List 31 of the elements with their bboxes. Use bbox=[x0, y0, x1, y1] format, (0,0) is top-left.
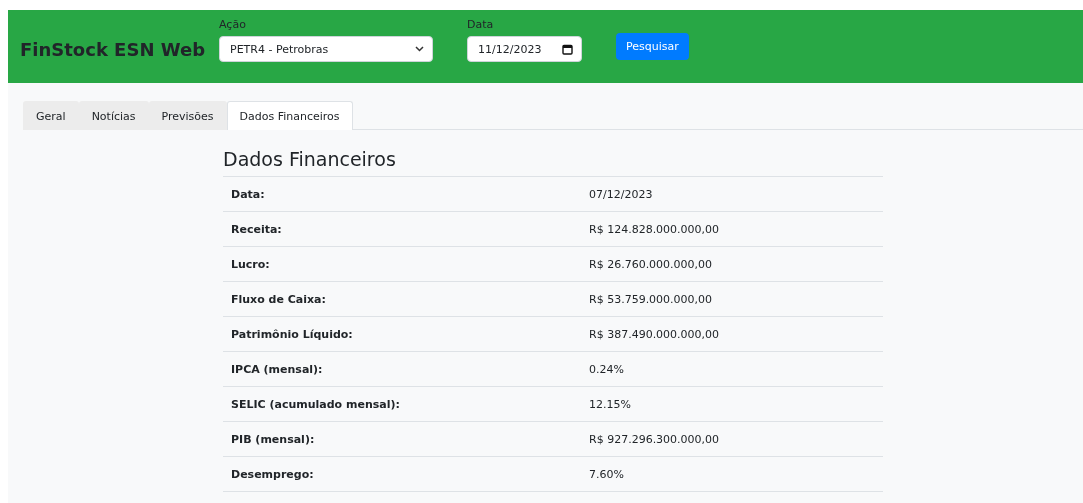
row-label: SELIC (acumulado mensal): bbox=[230, 397, 401, 411]
row-label: Fluxo de Caixa: bbox=[230, 292, 327, 306]
row-value: R$ 26.760.000.000,00 bbox=[589, 257, 714, 271]
row-value: R$ 387.490.000.000,00 bbox=[589, 327, 721, 341]
search-button[interactable]: Pesquisar bbox=[616, 33, 689, 60]
brand-title: FinStock ESN Web bbox=[20, 39, 206, 60]
row-label: Data: bbox=[230, 187, 266, 201]
row-value: 7.60% bbox=[589, 467, 625, 481]
row-label: Receita: bbox=[230, 222, 283, 236]
row-value: R$ 53.759.000.000,00 bbox=[589, 292, 714, 306]
tab[interactable]: Previsões bbox=[148, 101, 227, 130]
tab[interactable]: Notícias bbox=[78, 101, 149, 130]
row-label: IPCA (mensal): bbox=[230, 362, 324, 376]
section-title: Dados Financeiros bbox=[223, 148, 397, 170]
row-value: 12.15% bbox=[589, 397, 632, 411]
calendar-icon bbox=[562, 43, 574, 55]
stock-select[interactable]: PETR4 - Petrobras bbox=[219, 36, 434, 62]
row-label: Patrimônio Líquido: bbox=[230, 327, 354, 341]
chevron-down-icon bbox=[415, 46, 425, 52]
field-label: Data bbox=[467, 18, 495, 31]
row-value: 07/12/2023 bbox=[589, 187, 654, 201]
tab[interactable]: Dados Financeiros bbox=[226, 101, 353, 130]
field-label: Ação bbox=[219, 18, 247, 31]
row-label: PIB (mensal): bbox=[230, 432, 316, 446]
row-value: R$ 124.828.000.000,00 bbox=[589, 222, 721, 236]
tab[interactable]: Geral bbox=[23, 101, 79, 130]
row-label: Desemprego: bbox=[230, 467, 315, 481]
row-value: 0.24% bbox=[589, 362, 625, 376]
row-label: Lucro: bbox=[230, 257, 271, 271]
row-value: R$ 927.296.300.000,00 bbox=[589, 432, 721, 446]
date-field[interactable]: 11/12/2023 bbox=[467, 36, 583, 62]
